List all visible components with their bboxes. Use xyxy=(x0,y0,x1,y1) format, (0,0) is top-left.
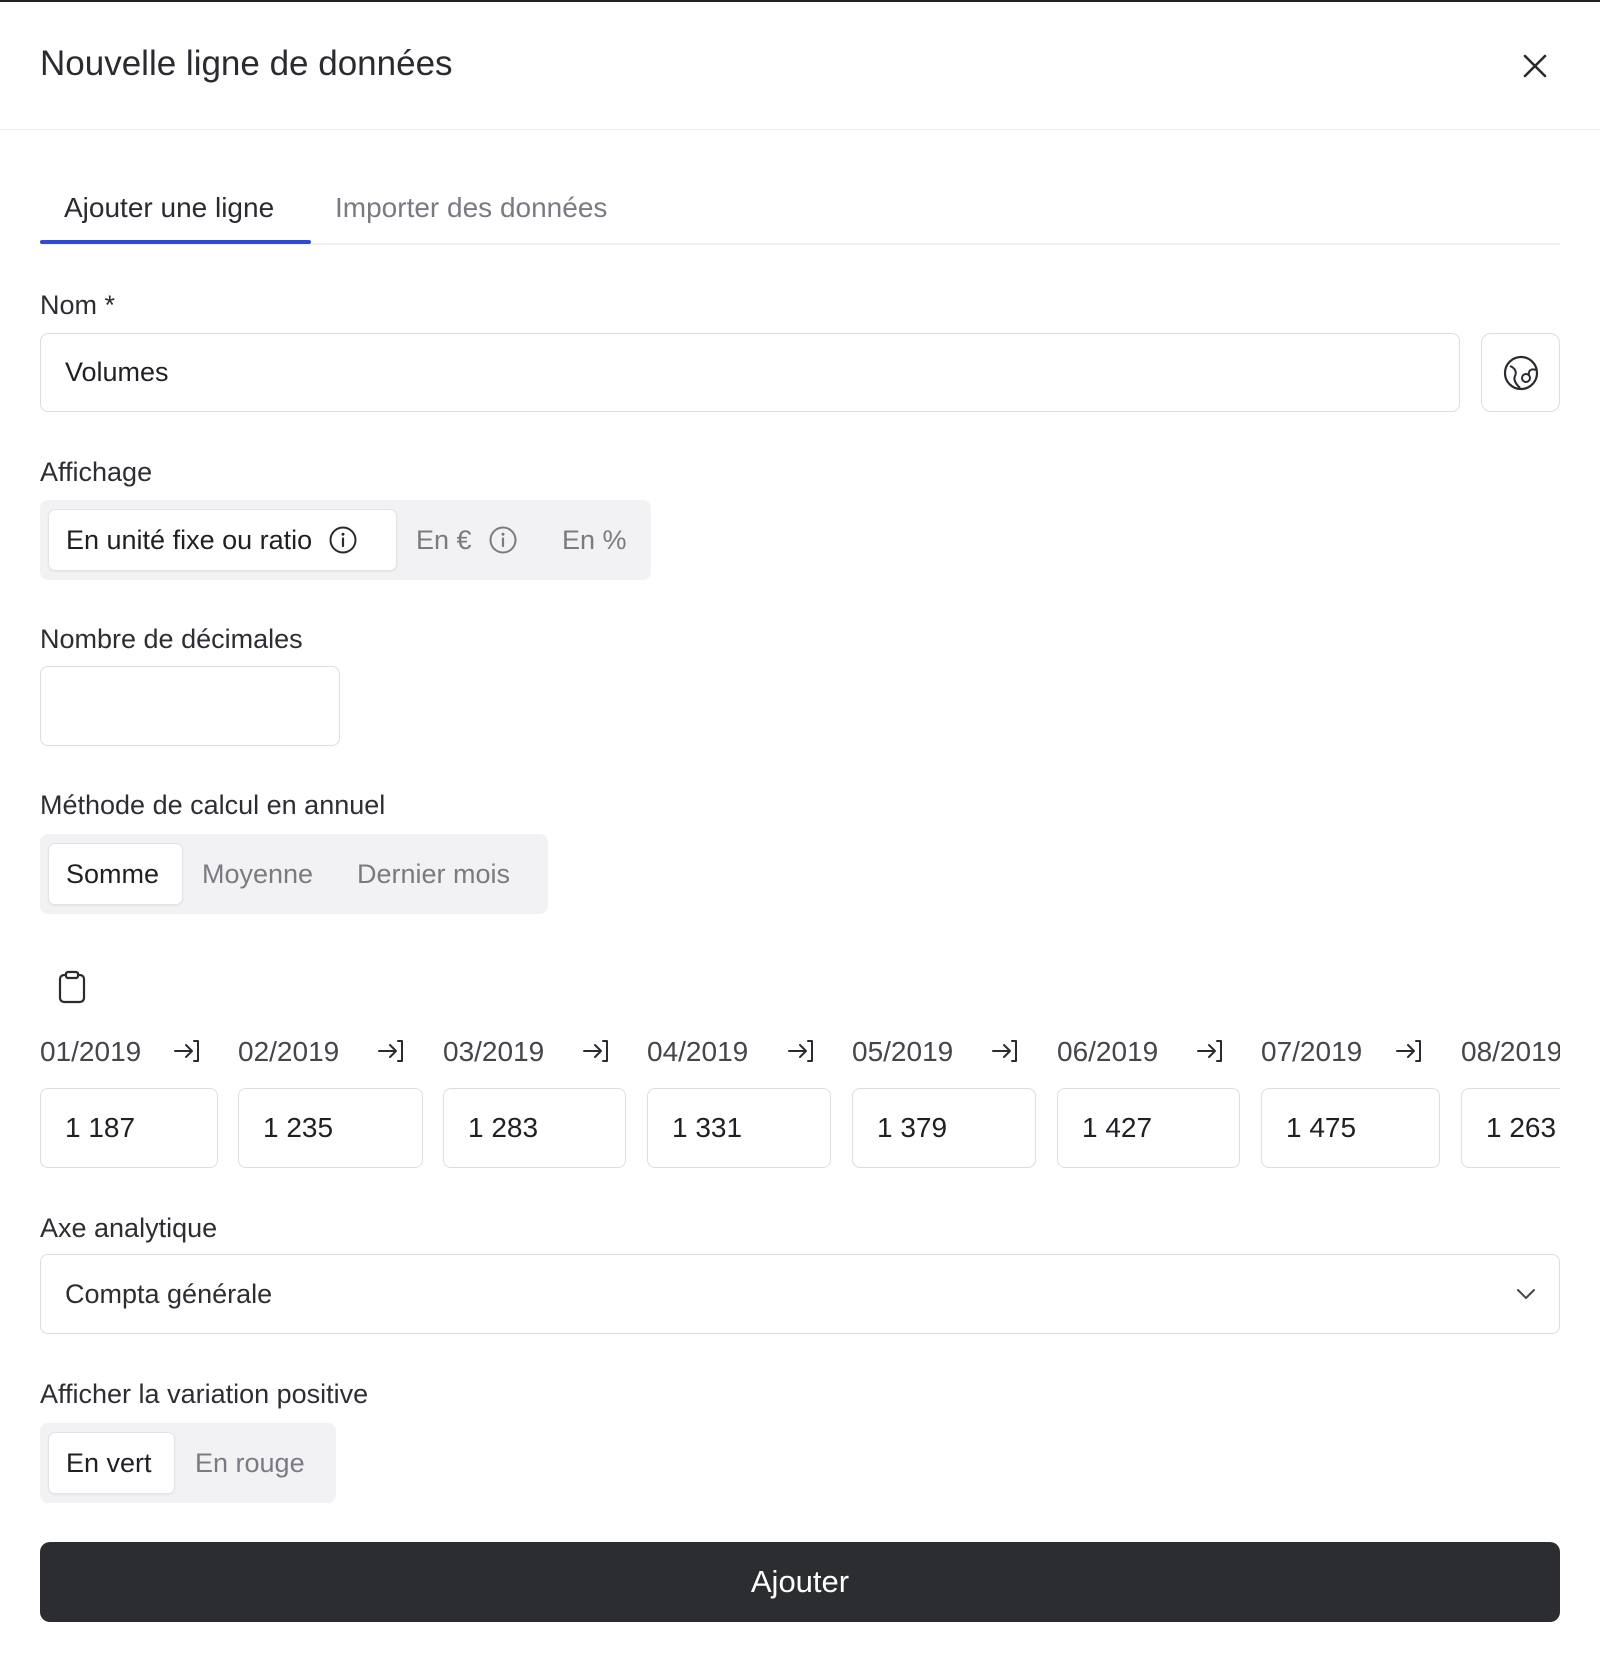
month-value: 1 427 xyxy=(1082,1112,1153,1143)
decimals-input[interactable] xyxy=(40,666,340,746)
paste-button[interactable] xyxy=(56,970,88,1004)
month-value-input[interactable]: 1 331 xyxy=(647,1088,831,1168)
name-input-value: Volumes xyxy=(65,357,169,387)
tab-add-row[interactable]: Ajouter une ligne xyxy=(64,192,274,224)
copy-right-button[interactable] xyxy=(784,1034,818,1068)
copy-right-button[interactable] xyxy=(1193,1034,1227,1068)
month-label: 07/2019 xyxy=(1261,1036,1363,1067)
annual-method-option-last-month[interactable]: Dernier mois xyxy=(357,843,510,905)
month-value-input[interactable]: 1 379 xyxy=(852,1088,1036,1168)
arrow-right-to-line-icon xyxy=(174,1040,199,1062)
display-label: Affichage xyxy=(40,457,153,487)
arrow-right-to-line-icon xyxy=(1396,1040,1421,1062)
info-icon xyxy=(328,525,358,555)
name-label: Nom * xyxy=(40,290,116,320)
copy-right-button[interactable] xyxy=(374,1034,408,1068)
copy-right-button[interactable] xyxy=(579,1034,613,1068)
month-label: 08/2019 xyxy=(1461,1036,1560,1067)
copy-right-button[interactable] xyxy=(170,1034,204,1068)
month-value-input[interactable]: 1 475 xyxy=(1261,1088,1440,1168)
month-value-input[interactable]: 1 263 xyxy=(1461,1088,1560,1168)
month-label: 01/2019 xyxy=(40,1036,142,1067)
arrow-right-to-line-icon xyxy=(583,1040,608,1062)
positive-variation-label: Afficher la variation positive xyxy=(40,1379,369,1409)
clipboard-icon xyxy=(58,970,86,1004)
annual-method-segmented-control: Somme Moyenne Dernier mois xyxy=(40,834,548,914)
name-input[interactable]: Volumes xyxy=(40,333,1460,412)
month-value-input[interactable]: 1 427 xyxy=(1057,1088,1240,1168)
month-label: 03/2019 xyxy=(443,1036,545,1067)
modal-header: Nouvelle ligne de données xyxy=(0,2,1600,130)
active-tab-indicator xyxy=(40,240,311,244)
analytic-axis-value: Compta générale xyxy=(65,1278,273,1309)
month-label: 05/2019 xyxy=(852,1036,954,1067)
analytic-axis-label: Axe analytique xyxy=(40,1213,218,1243)
add-button[interactable]: Ajouter xyxy=(40,1542,1560,1622)
month-value: 1 283 xyxy=(468,1112,539,1143)
display-option-fixed-unit[interactable]: En unité fixe ou ratio xyxy=(48,509,397,571)
close-icon xyxy=(1523,54,1547,78)
month-value: 1 263 xyxy=(1486,1112,1557,1143)
monthly-values: 01/2019 1 187 02/2019 1 235 03/2019 1 28… xyxy=(40,1032,1560,1172)
month-value-input[interactable]: 1 283 xyxy=(443,1088,626,1168)
tab-bar: Ajouter une ligne Importer des données xyxy=(40,178,1560,245)
month-value-input[interactable]: 1 235 xyxy=(238,1088,423,1168)
month-value: 1 331 xyxy=(672,1112,743,1143)
display-option-percent[interactable]: En % xyxy=(562,509,627,571)
analytic-axis-select[interactable]: Compta générale xyxy=(40,1254,1560,1334)
chevron-down-icon xyxy=(1517,1289,1535,1299)
palette-icon xyxy=(1503,355,1538,390)
copy-right-button[interactable] xyxy=(988,1034,1022,1068)
decimals-label: Nombre de décimales xyxy=(40,624,303,654)
arrow-right-to-line-icon xyxy=(1197,1040,1222,1062)
copy-right-button[interactable] xyxy=(1392,1034,1426,1068)
info-icon xyxy=(488,525,518,555)
modal-title: Nouvelle ligne de données xyxy=(40,44,453,83)
month-value: 1 475 xyxy=(1286,1112,1357,1143)
positive-variation-option-green[interactable]: En vert xyxy=(48,1432,175,1494)
new-data-row-modal: Nouvelle ligne de données Ajouter une li… xyxy=(0,0,1600,1660)
display-segmented-control: En unité fixe ou ratio En € En % xyxy=(40,500,651,580)
month-value-input[interactable]: 1 187 xyxy=(40,1088,218,1168)
display-option-fixed-unit-label: En unité fixe ou ratio xyxy=(66,524,313,555)
display-option-euro[interactable]: En € xyxy=(416,509,518,571)
month-label: 02/2019 xyxy=(238,1036,340,1067)
month-value: 1 379 xyxy=(877,1112,948,1143)
display-option-euro-label: En € xyxy=(416,524,472,555)
annual-method-label: Méthode de calcul en annuel xyxy=(40,790,386,820)
month-label: 06/2019 xyxy=(1057,1036,1159,1067)
annual-method-option-sum[interactable]: Somme xyxy=(48,843,183,905)
name-style-button[interactable] xyxy=(1481,333,1560,412)
arrow-right-to-line-icon xyxy=(788,1040,813,1062)
month-value: 1 235 xyxy=(263,1112,334,1143)
annual-method-option-average[interactable]: Moyenne xyxy=(202,843,313,905)
tab-import-data[interactable]: Importer des données xyxy=(335,192,607,224)
positive-variation-option-red[interactable]: En rouge xyxy=(195,1432,305,1494)
positive-variation-segmented-control: En vert En rouge xyxy=(40,1423,336,1503)
month-value: 1 187 xyxy=(65,1112,136,1143)
arrow-right-to-line-icon xyxy=(378,1040,403,1062)
close-button[interactable] xyxy=(1515,46,1555,86)
month-label: 04/2019 xyxy=(647,1036,749,1067)
arrow-right-to-line-icon xyxy=(992,1040,1017,1062)
